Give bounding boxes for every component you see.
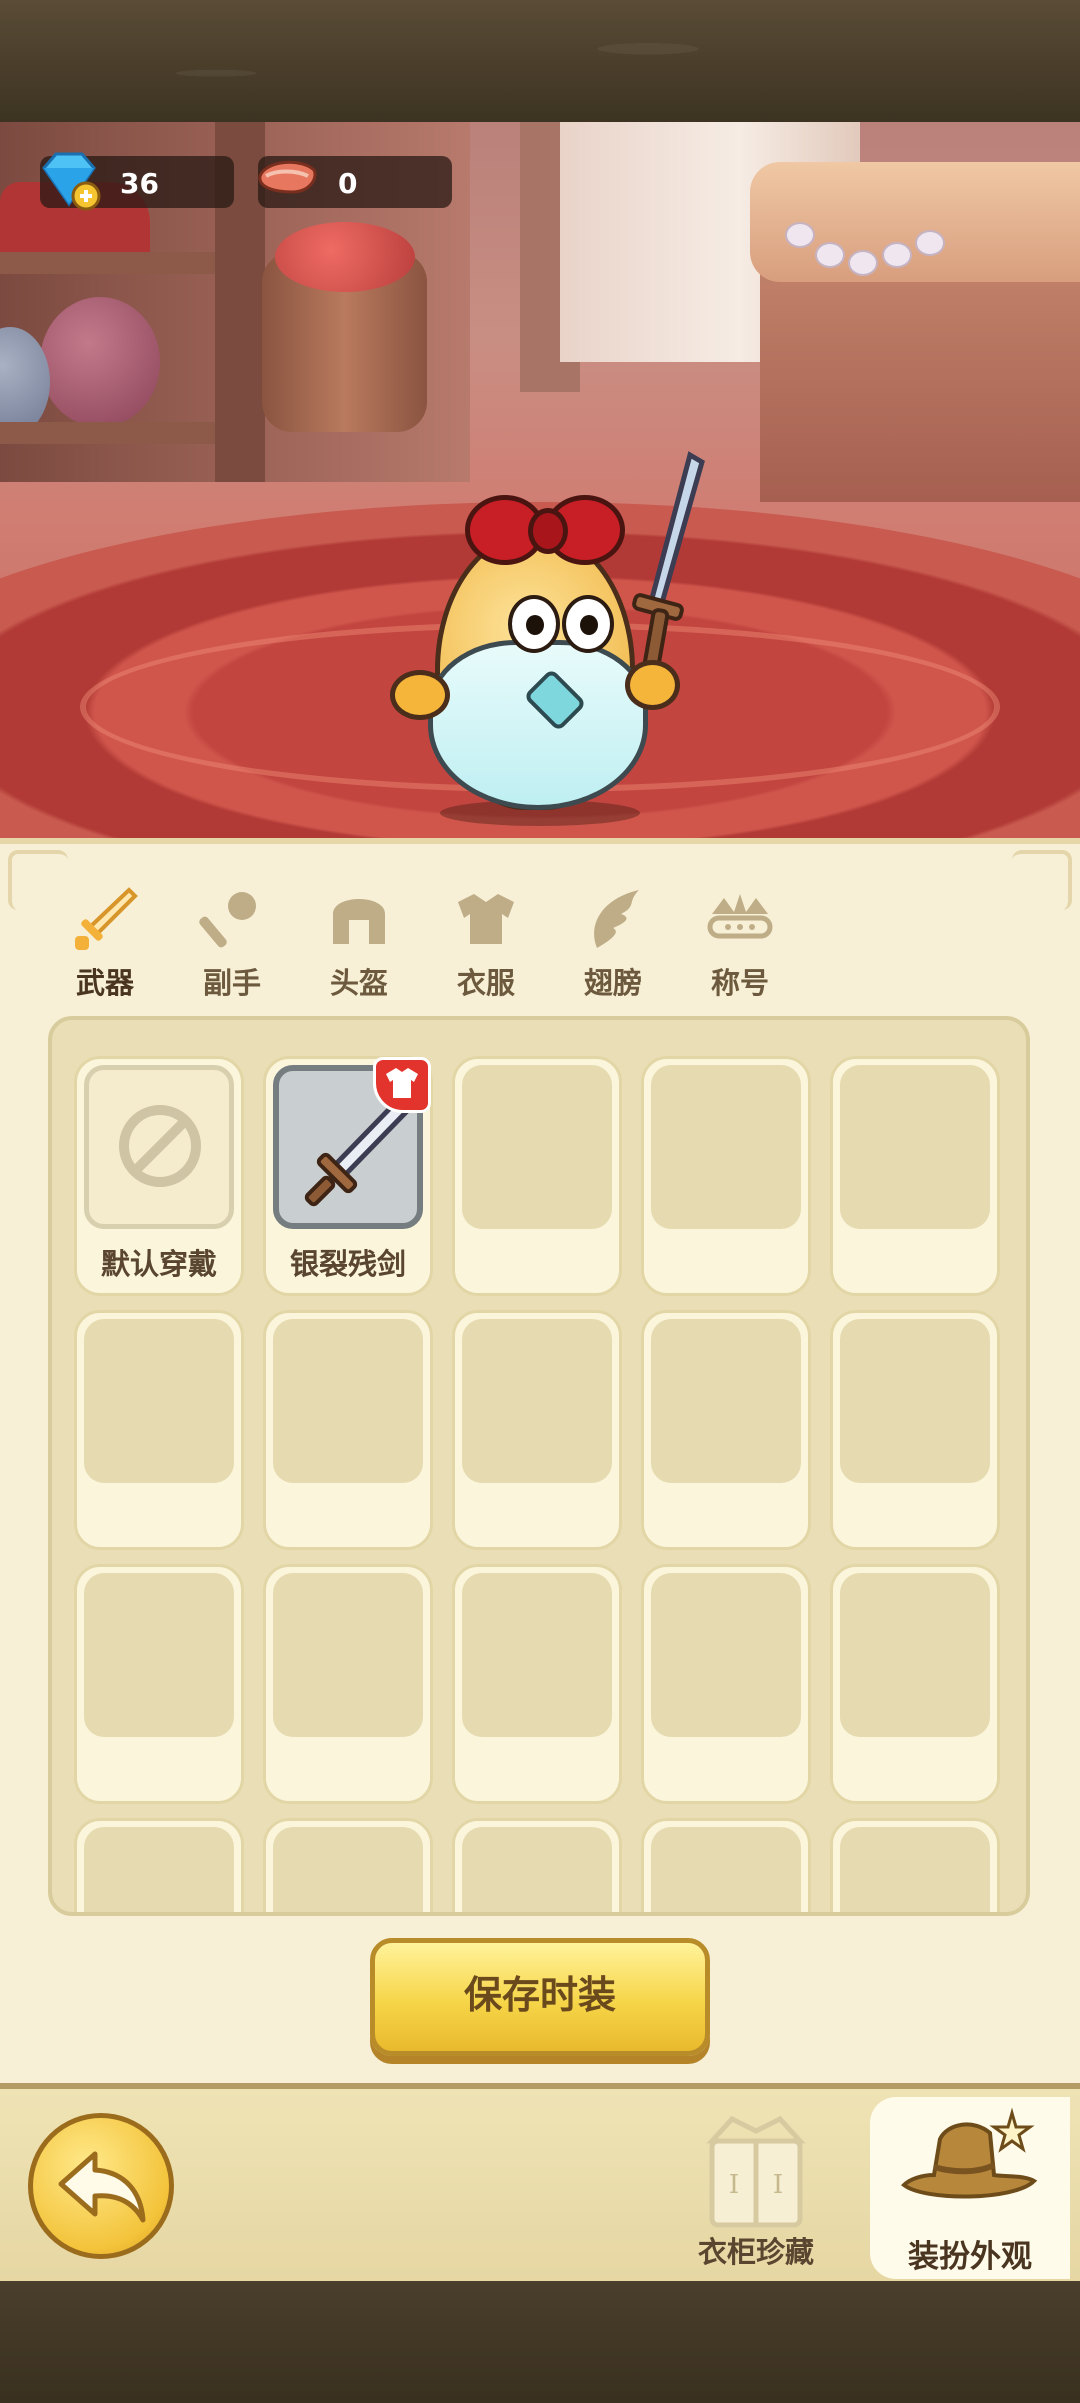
meat-counter[interactable]: 0 [258,156,452,208]
item-slot-empty[interactable] [641,1564,811,1804]
item-slot-empty[interactable] [452,1564,622,1804]
tab-wings[interactable]: 翅膀 [558,884,668,1004]
item-slot-empty[interactable] [74,1564,244,1804]
item-slot-empty[interactable] [641,1818,811,1912]
item-slot-empty[interactable] [641,1056,811,1296]
gem-count: 36 [120,167,159,200]
wardrobe-collection-button[interactable]: I I 衣柜珍藏 [676,2105,836,2275]
sword-icon [75,887,138,950]
tab-title[interactable]: 称号 [685,884,795,1004]
svg-text:I: I [729,2170,739,2200]
player-character [380,410,720,830]
no-sign-icon [119,1105,201,1187]
top-frame [0,0,1080,122]
item-slot-default[interactable]: 默认穿戴 [74,1056,244,1296]
tab-helmet[interactable]: 头盔 [304,884,414,1004]
svg-text:I: I [773,2170,783,2200]
item-slot-silver-sword[interactable]: 银裂残剑 [263,1056,433,1296]
wardrobe-icon: I I [706,2115,806,2228]
save-outfit-button[interactable]: 保存时装 [370,1938,710,2056]
tab-weapon[interactable]: 武器 [50,884,160,1004]
category-tabs: 武器 副手 头盔 衣服 翅膀 称号 [50,884,810,1042]
key-icon [199,892,256,948]
bottom-nav: I I 衣柜珍藏 装扮外观 [0,2083,1080,2281]
outfit-badge-icon [373,1057,431,1113]
tab-offhand[interactable]: 副手 [177,884,287,1004]
back-arrow-icon [58,2151,146,2223]
tab-clothes[interactable]: 衣服 [431,884,541,1004]
meat-icon [258,160,317,194]
gem-counter[interactable]: 36 [40,152,234,211]
item-slot-empty[interactable] [452,1056,622,1296]
item-slot-empty[interactable] [830,1564,1000,1804]
hat-icon [901,2107,1038,2199]
item-slot-empty[interactable] [452,1310,622,1550]
item-slot-empty[interactable] [263,1310,433,1550]
item-slot-empty[interactable] [263,1564,433,1804]
item-slot-empty[interactable] [830,1310,1000,1550]
item-slot-empty[interactable] [830,1056,1000,1296]
item-slot-empty[interactable] [641,1310,811,1550]
item-slot-empty[interactable] [830,1818,1000,1912]
panel-corner-ornament [1012,850,1072,910]
item-slot-empty[interactable] [74,1818,244,1912]
dress-up-tab[interactable]: 装扮外观 [870,2097,1070,2279]
helmet-icon [333,899,385,944]
item-slot-empty[interactable] [74,1310,244,1550]
meat-count: 0 [338,167,358,200]
item-slot-empty[interactable] [263,1818,433,1912]
armor-icon [458,894,514,944]
crown-icon [707,894,773,939]
wardrobe-panel: 武器 副手 头盔 衣服 翅膀 称号 默认穿戴 银裂残剑 保存时装 [0,838,1080,2083]
item-slot-empty[interactable] [452,1818,622,1912]
bottom-frame [0,2281,1080,2403]
wing-icon [594,890,639,948]
item-grid: 默认穿戴 银裂残剑 [48,1016,1030,1916]
back-button[interactable] [28,2113,174,2259]
diamond-plus-icon [42,152,101,211]
